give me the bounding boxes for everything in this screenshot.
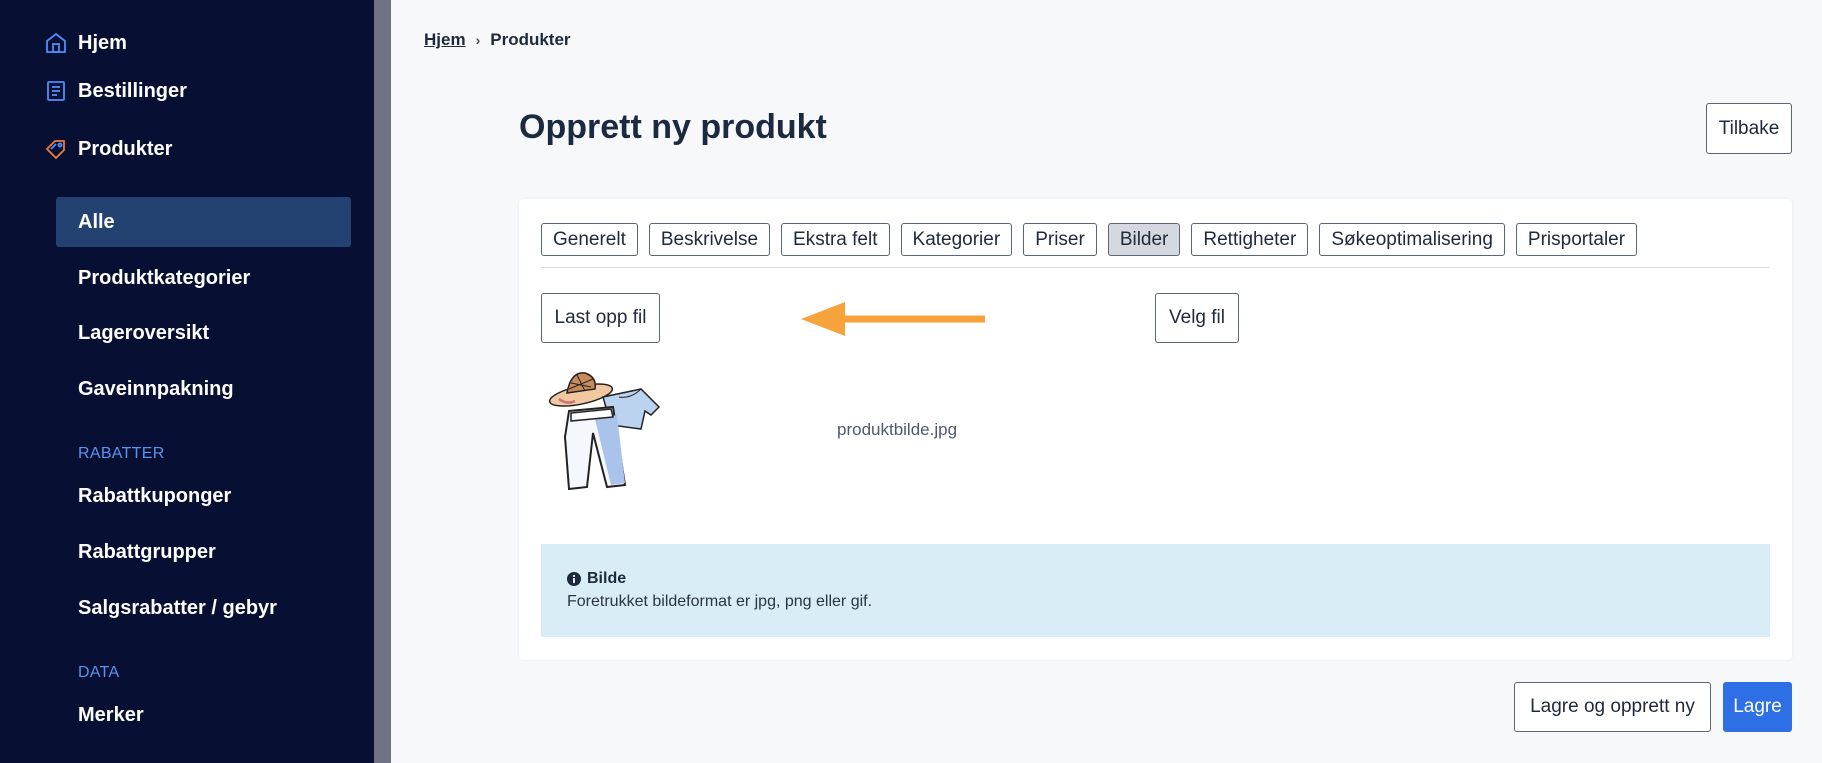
- sidebar-item-label: Hjem: [78, 31, 127, 54]
- tab-bilder[interactable]: Bilder: [1107, 223, 1181, 256]
- save-button[interactable]: Lagre: [1723, 682, 1792, 732]
- info-title: Bilde: [567, 570, 1744, 588]
- info-icon: [567, 572, 581, 586]
- sidebar-item-bestillinger[interactable]: Bestillinger: [0, 66, 374, 116]
- tab-rettigheter[interactable]: Rettigheter: [1191, 223, 1309, 256]
- sidebar-item-label: Alle: [78, 210, 115, 233]
- orders-icon: [47, 81, 65, 101]
- sidebar-item-produkter[interactable]: Produkter: [0, 124, 374, 174]
- sidebar-item-label: Bestillinger: [78, 79, 187, 102]
- product-form-card: Generelt Beskrivelse Ekstra felt Kategor…: [519, 199, 1792, 660]
- page-title: Opprett ny produkt: [519, 108, 827, 146]
- tab-kategorier[interactable]: Kategorier: [900, 223, 1013, 256]
- breadcrumb-home-link[interactable]: Hjem: [424, 30, 466, 50]
- tabs-divider: [541, 267, 1770, 268]
- sidebar-item-produktkategorier[interactable]: Produktkategorier: [56, 253, 351, 303]
- tab-prisportaler[interactable]: Prisportaler: [1515, 223, 1638, 256]
- sidebar-item-label: Produkter: [78, 137, 173, 160]
- tab-ekstra-felt[interactable]: Ekstra felt: [781, 223, 890, 256]
- sidebar-item-label: Merker: [78, 703, 144, 726]
- sidebar-item-label: Lageroversikt: [78, 321, 210, 344]
- sidebar-item-merker[interactable]: Merker: [56, 690, 351, 740]
- tab-bar: Generelt Beskrivelse Ekstra felt Kategor…: [541, 223, 1638, 256]
- sidebar-item-hjem[interactable]: Hjem: [0, 18, 374, 68]
- sidebar-item-rabattkuponger[interactable]: Rabattkuponger: [56, 471, 351, 521]
- uploaded-filename: produktbilde.jpg: [837, 420, 958, 439]
- sidebar-item-label: Gaveinnpakning: [78, 377, 234, 400]
- tab-generelt[interactable]: Generelt: [541, 223, 638, 256]
- home-icon: [46, 32, 66, 53]
- info-title-text: Bilde: [587, 570, 627, 587]
- breadcrumb-current: Produkter: [490, 30, 571, 49]
- sidebar-item-alle[interactable]: Alle: [56, 197, 351, 247]
- info-alert: Bilde Foretrukket bildeformat er jpg, pn…: [541, 544, 1770, 637]
- tag-icon: [45, 140, 65, 160]
- sidebar-item-label: Produktkategorier: [78, 266, 251, 289]
- tab-beskrivelse[interactable]: Beskrivelse: [648, 223, 771, 256]
- section-heading-rabatter: RABATTER: [78, 445, 165, 462]
- choose-file-button[interactable]: Velg fil: [1155, 293, 1239, 343]
- upload-file-button[interactable]: Last opp fil: [541, 293, 660, 343]
- breadcrumb: Hjem › Produkter: [424, 30, 571, 50]
- info-text: Foretrukket bildeformat er jpg, png elle…: [567, 593, 873, 610]
- sidebar-scrollbar[interactable]: [374, 0, 391, 763]
- save-and-create-new-button[interactable]: Lagre og opprett ny: [1514, 682, 1711, 732]
- sidebar-item-lageroversikt[interactable]: Lageroversikt: [56, 308, 351, 358]
- sidebar-item-salgsrabatter[interactable]: Salgsrabatter / gebyr: [56, 583, 351, 633]
- section-heading-data: DATA: [78, 664, 120, 681]
- sidebar: Hjem Bestillinger Produkter Alle Produkt…: [0, 0, 374, 763]
- sidebar-item-label: Rabattgrupper: [78, 540, 216, 563]
- sidebar-item-rabattgrupper[interactable]: Rabattgrupper: [56, 527, 351, 577]
- sidebar-item-label: Salgsrabatter / gebyr: [78, 596, 277, 619]
- sidebar-item-gaveinnpakning[interactable]: Gaveinnpakning: [56, 364, 351, 414]
- arrow-left-icon: [801, 302, 985, 336]
- sidebar-item-label: Rabattkuponger: [78, 484, 232, 507]
- tab-sokeoptimalisering[interactable]: Søkeoptimalisering: [1319, 223, 1505, 256]
- breadcrumb-separator: ›: [475, 32, 481, 48]
- main-content: Hjem › Produkter Opprett ny produkt Tilb…: [391, 0, 1822, 763]
- back-button[interactable]: Tilbake: [1706, 103, 1792, 154]
- product-thumbnail: [548, 372, 661, 491]
- tab-priser[interactable]: Priser: [1023, 223, 1097, 256]
